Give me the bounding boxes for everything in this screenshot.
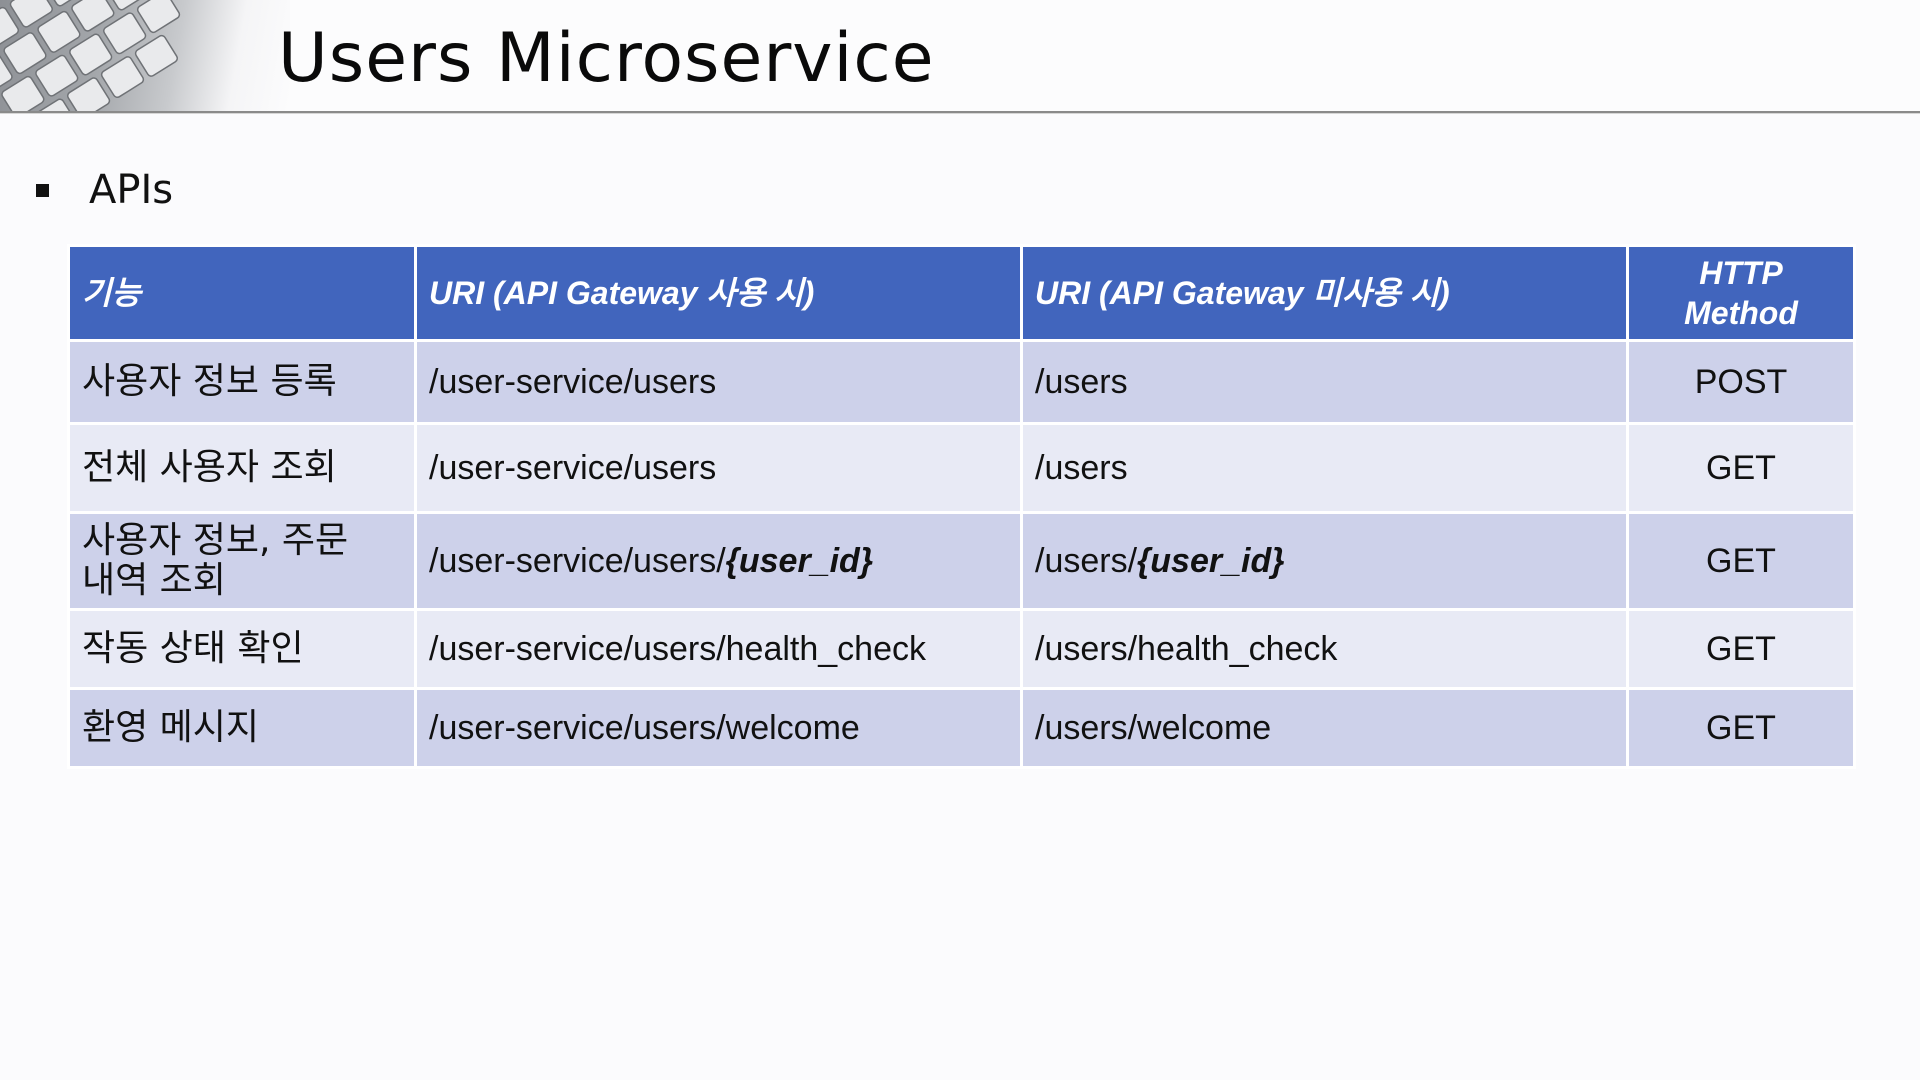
header-uri-with-gateway: URI (API Gateway 사용 시) <box>414 244 1023 342</box>
function-cell: 전체 사용자 조회 <box>67 422 417 514</box>
table-row: 작동 상태 확인 /user-service/users/health_chec… <box>67 608 1856 690</box>
function-cell: 환영 메시지 <box>67 687 417 769</box>
keyboard-keys-graphic <box>0 0 181 111</box>
uri-with-gateway-cell: /user-service/users/welcome <box>414 687 1023 769</box>
bullet-item: APIs <box>36 162 173 218</box>
header-function: 기능 <box>67 244 417 342</box>
slide-title: Users Microservice <box>278 19 935 98</box>
method-cell: GET <box>1626 511 1856 611</box>
uri-without-gateway-cell: /users <box>1020 422 1629 514</box>
uri-without-gateway-cell: /users/welcome <box>1020 687 1629 769</box>
function-line2: 내역 조회 <box>82 560 226 601</box>
uri-path: /users/ <box>1035 542 1138 580</box>
function-cell: 작동 상태 확인 <box>67 608 417 690</box>
method-cell: POST <box>1626 339 1856 425</box>
uri-path: /users/welcome <box>1035 709 1272 747</box>
uri-path: /users <box>1035 363 1128 401</box>
function-line1: 사용자 정보, 주문 <box>82 520 349 561</box>
uri-without-gateway-cell: /users/health_check <box>1020 608 1629 690</box>
method-cell: GET <box>1626 608 1856 690</box>
uri-without-gateway-cell: /users/{user_id} <box>1020 511 1629 611</box>
header-http-method: HTTP Method <box>1626 244 1856 342</box>
bullet-marker-icon <box>36 183 49 197</box>
table-row: 사용자 정보, 주문 내역 조회 /user-service/users/{us… <box>67 511 1856 611</box>
header-uri-without-gateway: URI (API Gateway 미사용 시) <box>1020 244 1629 342</box>
table-row: 환영 메시지 /user-service/users/welcome /user… <box>67 687 1856 769</box>
uri-param: {user_id} <box>725 542 874 580</box>
uri-path: /user-service/users/welcome <box>429 709 860 747</box>
uri-with-gateway-cell: /user-service/users <box>414 339 1023 425</box>
uri-param: {user_id} <box>1137 542 1285 580</box>
uri-path: /user-service/users <box>429 449 717 487</box>
header-http-method-line1: HTTP <box>1699 255 1783 291</box>
function-cell: 사용자 정보, 주문 내역 조회 <box>67 511 417 611</box>
table-row: 사용자 정보 등록 /user-service/users /users POS… <box>67 339 1856 425</box>
keyboard-image <box>0 0 290 111</box>
uri-path: /users/health_check <box>1035 630 1338 668</box>
table-row: 전체 사용자 조회 /user-service/users /users GET <box>67 422 1856 514</box>
uri-without-gateway-cell: /users <box>1020 339 1629 425</box>
method-cell: GET <box>1626 687 1856 769</box>
uri-path: /user-service/users/health_check <box>429 630 927 668</box>
header-http-method-line2: Method <box>1684 295 1798 331</box>
uri-path: /users <box>1035 449 1128 487</box>
uri-with-gateway-cell: /user-service/users/health_check <box>414 608 1023 690</box>
uri-path: /user-service/users/ <box>429 542 726 580</box>
method-cell: GET <box>1626 422 1856 514</box>
slide-header: Users Microservice <box>0 0 1920 113</box>
function-cell: 사용자 정보 등록 <box>67 339 417 425</box>
uri-path: /user-service/users <box>429 363 717 401</box>
uri-with-gateway-cell: /user-service/users <box>414 422 1023 514</box>
table-header-row: 기능 URI (API Gateway 사용 시) URI (API Gatew… <box>67 244 1856 342</box>
uri-with-gateway-cell: /user-service/users/{user_id} <box>414 511 1023 611</box>
bullet-label: APIs <box>89 167 174 213</box>
api-table: 기능 URI (API Gateway 사용 시) URI (API Gatew… <box>67 244 1856 769</box>
